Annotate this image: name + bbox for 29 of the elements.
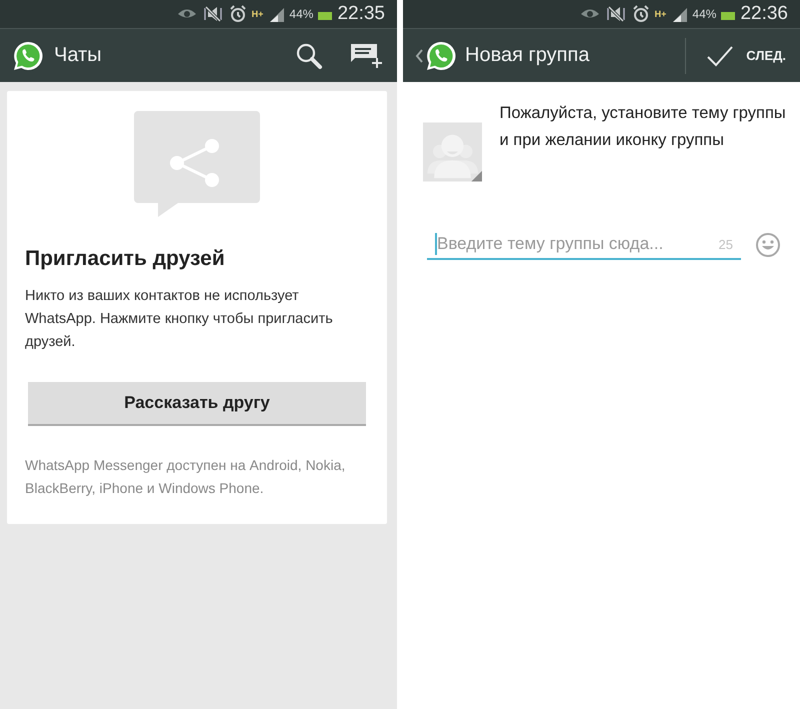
network-type: H+ <box>252 9 264 19</box>
screen-title: Новая группа <box>465 44 590 67</box>
network-type: H+ <box>654 9 666 19</box>
char-counter: 25 <box>718 236 733 252</box>
chat-logo-icon <box>425 40 457 72</box>
group-prompt: Пожалуйста, установите тему группы и при желании иконку группы <box>499 103 786 151</box>
signal-icon <box>671 6 688 22</box>
next-button[interactable]: СЛЕД. <box>706 44 786 66</box>
clock: 22:36 <box>740 3 788 25</box>
back-icon[interactable] <box>415 48 423 64</box>
clock: 22:35 <box>337 3 385 25</box>
search-icon[interactable] <box>295 42 323 70</box>
new-chat-icon[interactable] <box>349 42 383 70</box>
tell-friend-button[interactable]: Рассказать другу <box>28 382 366 426</box>
screen-title: Чаты <box>54 44 102 67</box>
mute-icon <box>202 5 224 23</box>
mute-icon <box>604 5 627 23</box>
alarm-icon <box>228 5 247 23</box>
alarm-icon <box>632 5 650 23</box>
check-icon <box>706 44 734 66</box>
card-title: Пригласить друзей <box>25 247 226 271</box>
share-bubble-icon <box>134 111 260 217</box>
emoji-icon[interactable] <box>755 232 781 258</box>
platforms-note: WhatsApp Messenger доступен на Android, Nokia, BlackBerry, iPhone и Windows Phone. <box>25 456 346 498</box>
battery-percent: 44% <box>692 7 716 21</box>
card-text: Никто из ваших контактов не использует WhatsApp. Нажмите кнопку чтобы пригласить друзей. <box>25 287 334 352</box>
signal-icon <box>268 6 284 22</box>
chat-logo-icon <box>12 40 44 72</box>
battery-percent: 44% <box>289 7 314 21</box>
